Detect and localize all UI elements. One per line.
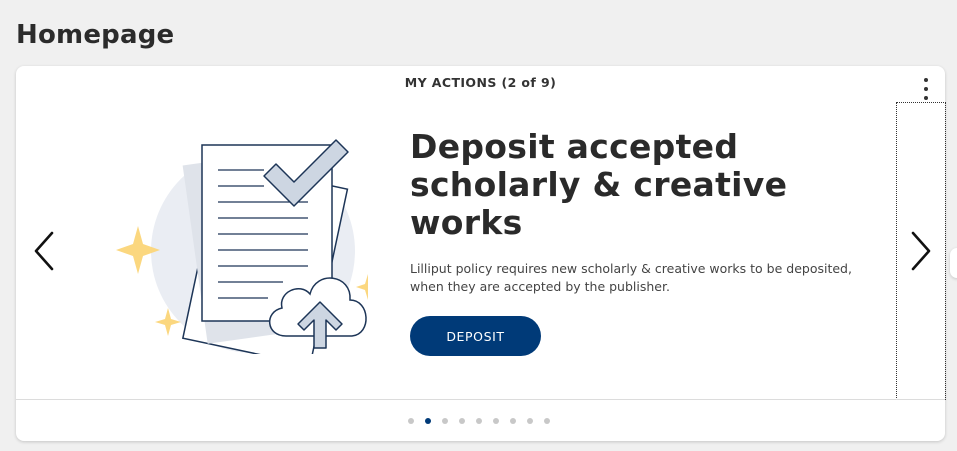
adjacent-card-edge (950, 248, 957, 278)
page-title: Homepage (16, 20, 175, 50)
carousel-dot[interactable] (510, 418, 516, 424)
previous-slide-button[interactable] (24, 221, 64, 281)
card-header: MY ACTIONS (2 of 9) (404, 75, 557, 90)
carousel-dot[interactable] (544, 418, 550, 424)
deposit-button[interactable]: DEPOSIT (410, 316, 541, 356)
my-actions-card: MY ACTIONS (2 of 9) Deposit accepted sch… (16, 66, 946, 441)
card-divider (16, 399, 945, 400)
carousel-dot[interactable] (408, 418, 414, 424)
carousel-dot[interactable] (442, 418, 448, 424)
kebab-menu-icon[interactable] (916, 78, 936, 100)
carousel-dot[interactable] (476, 418, 482, 424)
carousel-dot[interactable] (527, 418, 533, 424)
action-content: Deposit accepted scholarly & creative wo… (410, 128, 890, 356)
carousel-dot[interactable] (459, 418, 465, 424)
next-slide-button[interactable] (896, 102, 946, 400)
carousel-dot[interactable] (493, 418, 499, 424)
carousel-pagination (408, 417, 550, 425)
action-headline: Deposit accepted scholarly & creative wo… (410, 127, 788, 242)
carousel-dot-active[interactable] (425, 418, 431, 424)
chevron-left-icon (34, 231, 54, 271)
chevron-right-icon (911, 231, 931, 271)
document-upload-illustration (108, 124, 380, 367)
action-description: Lilliput policy requires new scholarly &… (410, 261, 852, 294)
